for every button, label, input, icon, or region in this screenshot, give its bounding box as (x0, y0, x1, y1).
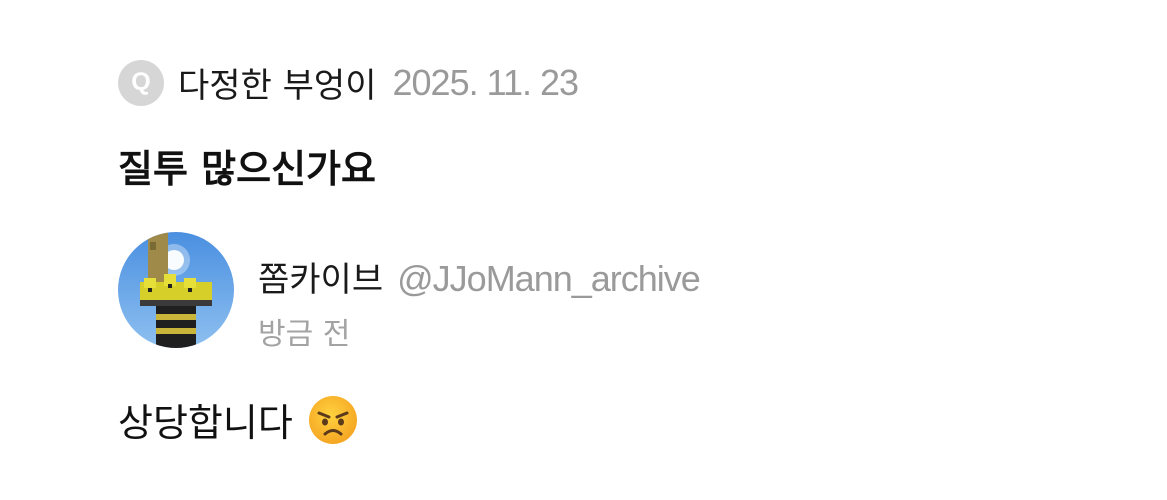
question-header: Q 다정한 부엉이 2025. 11. 23 (118, 58, 580, 107)
question-date: 2025. 11. 23 (392, 61, 580, 103)
answer-author-name[interactable]: 쫌카이브 (258, 252, 383, 301)
answer-header: 쫌카이브 @JJoMann_archive 방금 전 (118, 232, 701, 353)
answer-body: 상당합니다 (118, 392, 359, 447)
question-badge-letter: Q (131, 68, 151, 96)
question-badge-icon: Q (118, 59, 164, 106)
answer-author-handle[interactable]: @JJoMann_archive (397, 258, 701, 300)
question-text: 질투 많으신가요 (118, 147, 376, 191)
avatar[interactable] (118, 232, 234, 348)
question-author[interactable]: 다정한 부엉이 (178, 58, 377, 107)
avatar-image (118, 232, 234, 348)
answer-timestamp: 방금 전 (258, 317, 351, 352)
answer-text: 상당합니다 (118, 401, 293, 445)
angry-face-icon (307, 394, 359, 446)
